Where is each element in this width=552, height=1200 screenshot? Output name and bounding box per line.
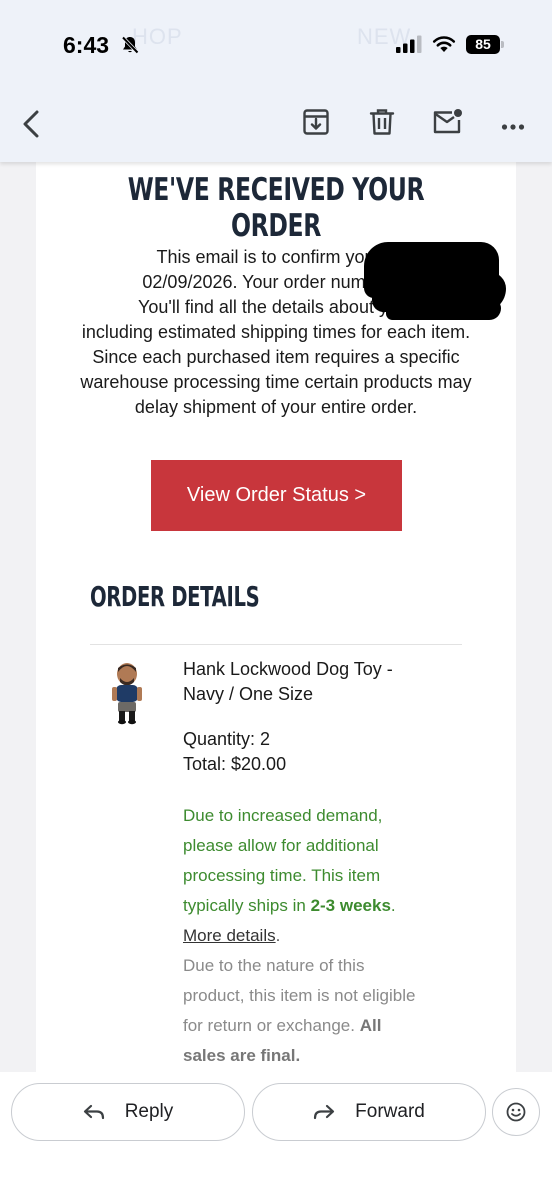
forward-label: Forward	[355, 1101, 425, 1122]
archive-icon[interactable]	[302, 108, 330, 141]
more-details-link[interactable]: More details	[183, 926, 276, 945]
trash-icon[interactable]	[368, 108, 396, 141]
forward-icon	[314, 1104, 335, 1120]
shipping-notice: Due to increased demand, please allow fo…	[183, 801, 443, 921]
reply-icon	[83, 1104, 104, 1120]
reply-button[interactable]: Reply	[11, 1083, 245, 1141]
paragraph-line: including estimated shipping times for e…	[81, 322, 471, 342]
final-sale-emphasis: All	[359, 1016, 382, 1035]
battery-level: 85	[466, 35, 500, 54]
final-sale-line: Due to the nature of this	[183, 956, 365, 975]
divider	[90, 644, 462, 645]
smiley-icon	[506, 1102, 526, 1122]
product-variant-line: Navy / One Size	[183, 684, 314, 704]
status-time: 6:43	[63, 32, 110, 58]
order-details-title: ORDER DETAILS	[90, 580, 260, 613]
paragraph-line: delay shipment of your entire order.	[134, 397, 418, 417]
paragraph-line: Since each purchased item requires a spe…	[92, 347, 460, 367]
product-total: Total: $20.00	[183, 754, 287, 774]
reply-label: Reply	[124, 1101, 174, 1122]
emoji-reaction-button[interactable]	[492, 1088, 540, 1136]
notice-period: .	[390, 896, 396, 915]
product-quantity: Quantity: 2	[183, 729, 271, 749]
final-sale-text: for return or exchange.	[183, 1016, 360, 1035]
view-order-status-button[interactable]: View Order Status >	[151, 460, 402, 531]
final-sale-notice: Due to the nature of this product, this …	[183, 951, 453, 1071]
wifi-icon	[432, 35, 456, 58]
email-card: WE'VE RECEIVED YOUR ORDER This email is …	[36, 162, 516, 1072]
ship-time-emphasis: 2-3 weeks	[310, 896, 391, 915]
top-app-bar: HOP NEW 6:43 85	[0, 0, 552, 162]
notice-line: typically ships in 2-3 weeks.	[183, 891, 443, 921]
product-thumbnail[interactable]	[110, 662, 144, 731]
notice-line: please allow for additional	[183, 836, 379, 855]
battery-tip	[501, 41, 504, 48]
more-icon[interactable]	[501, 118, 525, 136]
paragraph-line: warehouse processing time certain produc…	[80, 372, 472, 392]
redaction-mark	[386, 298, 501, 320]
forward-button[interactable]: Forward	[252, 1083, 486, 1141]
final-sale-line: product, this item is not eligible	[183, 986, 416, 1005]
back-arrow-icon[interactable]	[18, 109, 44, 144]
notice-line: processing time. This item	[183, 866, 381, 885]
more-details-period: .	[275, 926, 281, 945]
product-name[interactable]: Hank Lockwood Dog Toy - Navy / One Size	[183, 657, 483, 707]
email-body[interactable]: WE'VE RECEIVED YOUR ORDER This email is …	[0, 162, 552, 1072]
notice-line: Due to increased demand,	[183, 806, 383, 825]
final-sale-emphasis: sales are final.	[183, 1046, 301, 1065]
notice-text: typically ships in	[183, 896, 311, 915]
order-headline: WE'VE RECEIVED YOUR ORDER	[127, 172, 425, 244]
product-name-line: Hank Lockwood Dog Toy -	[183, 659, 393, 679]
bottom-action-bar: Reply Forward	[0, 1072, 552, 1200]
final-sale-line: sales are final.	[183, 1041, 453, 1071]
final-sale-line: for return or exchange. All	[183, 1011, 453, 1041]
mark-unread-icon[interactable]	[432, 108, 464, 141]
cellular-signal-icon	[396, 35, 422, 58]
more-details-line: More details.	[183, 921, 280, 951]
bell-slash-icon	[120, 35, 140, 60]
